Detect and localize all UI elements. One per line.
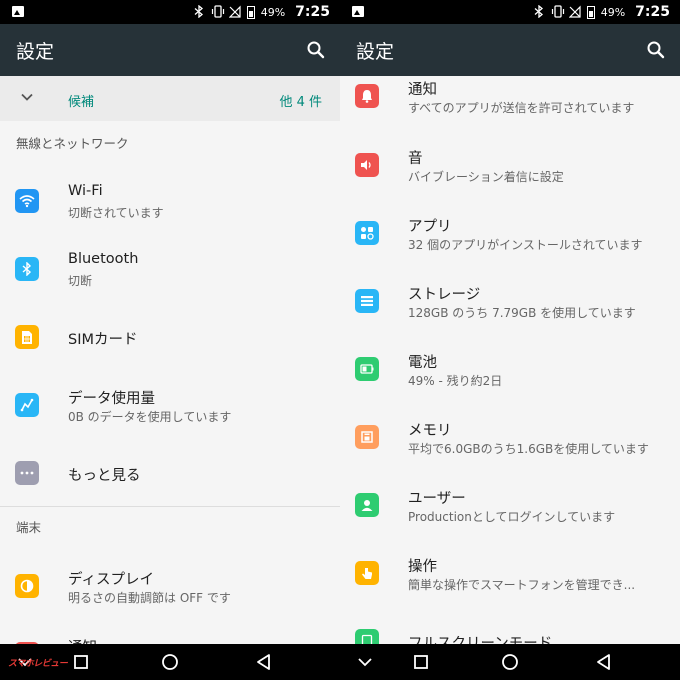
- clock: 7:25: [295, 4, 330, 20]
- settings-item-subtitle: Productionとしてログインしています: [408, 510, 616, 524]
- settings-pane-left: 49% 7:25 設定 候補 他 4 件 無線とネットワーク Wi-Fi 切断さ…: [0, 0, 340, 644]
- settings-item-subtitle: 32 個のアプリがインストールされています: [408, 238, 643, 252]
- user-icon: [355, 493, 379, 517]
- more-icon: [15, 461, 39, 485]
- settings-item-notification[interactable]: 通知 すべてのアプリが送信を許可されています: [340, 74, 680, 134]
- vibrate-icon: [211, 5, 224, 19]
- wifi-icon: [15, 189, 39, 213]
- no-signal-icon: [228, 5, 241, 19]
- battery-percent: 49%: [600, 5, 626, 19]
- settings-item-sound[interactable]: 音 バイブレーション着信に設定: [340, 142, 680, 202]
- settings-item-notification[interactable]: 通知: [0, 624, 340, 644]
- app-bar: 設定: [340, 24, 680, 76]
- settings-item-fullscreen[interactable]: フルスクリーンモード: [340, 618, 680, 644]
- settings-item-subtitle: 簡単な操作でスマートフォンを管理でき...: [408, 578, 636, 592]
- battery-status-icon: [586, 5, 595, 19]
- image-notification-icon: [352, 6, 364, 17]
- settings-item-user[interactable]: ユーザー Productionとしてログインしています: [340, 482, 680, 542]
- settings-item-storage[interactable]: ストレージ 128GB のうち 7.79GB を使用しています: [340, 278, 680, 338]
- search-icon[interactable]: [306, 40, 326, 60]
- settings-item-title: ユーザー: [408, 491, 466, 507]
- sound-icon: [355, 153, 379, 177]
- storage-icon: [355, 289, 379, 313]
- bluetooth-status-icon: [193, 4, 205, 19]
- settings-item-title: 操作: [408, 559, 437, 575]
- settings-item-data-usage[interactable]: データ使用量 0B のデータを使用しています: [0, 375, 340, 435]
- settings-item-bluetooth[interactable]: Bluetooth 切断: [0, 239, 340, 299]
- settings-item-apps[interactable]: アプリ 32 個のアプリがインストールされています: [340, 210, 680, 270]
- page-title: 設定: [16, 41, 55, 63]
- sim-card-icon: [15, 325, 39, 349]
- no-signal-icon: [568, 5, 581, 19]
- settings-item-subtitle: 49% - 残り約2日: [408, 374, 503, 388]
- chevron-down-icon[interactable]: [356, 653, 374, 671]
- settings-item-wifi[interactable]: Wi-Fi 切断されています: [0, 171, 340, 231]
- settings-item-title: Wi-Fi: [68, 183, 103, 199]
- settings-item-title: データ使用量: [68, 391, 155, 407]
- app-bar: 設定: [0, 24, 340, 76]
- section-header-device: 端末: [16, 520, 42, 535]
- recents-icon[interactable]: [412, 653, 430, 671]
- section-divider: [0, 506, 340, 507]
- settings-item-subtitle: バイブレーション着信に設定: [408, 170, 564, 184]
- settings-item-sim[interactable]: SIMカード: [0, 307, 340, 367]
- data-usage-icon: [15, 393, 39, 417]
- bluetooth-status-icon: [533, 4, 545, 19]
- home-icon[interactable]: [161, 653, 179, 671]
- suggestions-label: 候補: [68, 95, 95, 110]
- status-bar: 49% 7:25: [0, 0, 340, 24]
- settings-item-subtitle: 切断: [68, 274, 93, 288]
- suggestions-bar[interactable]: 候補 他 4 件: [0, 76, 340, 121]
- settings-item-title: ディスプレイ: [68, 572, 154, 588]
- settings-item-subtitle: 平均で6.0GBのうち1.6GBを使用しています: [408, 442, 649, 456]
- gesture-icon: [355, 561, 379, 585]
- settings-pane-right: 49% 7:25 設定 通知 すべてのアプリが送信を許可されています 音 バイブ…: [340, 0, 680, 644]
- chevron-down-icon: [21, 93, 33, 101]
- apps-icon: [355, 221, 379, 245]
- settings-item-title: もっと見る: [68, 468, 141, 484]
- settings-item-subtitle: すべてのアプリが送信を許可されています: [408, 101, 635, 115]
- page-title: 設定: [356, 41, 395, 63]
- settings-item-battery[interactable]: 電池 49% - 残り約2日: [340, 346, 680, 406]
- settings-item-title: Bluetooth: [68, 251, 139, 267]
- image-notification-icon: [12, 6, 24, 17]
- settings-item-subtitle: 明るさの自動調節は OFF です: [68, 591, 231, 605]
- settings-item-title: メモリ: [408, 423, 452, 439]
- settings-item-subtitle: 128GB のうち 7.79GB を使用しています: [408, 306, 636, 320]
- battery-percent: 49%: [260, 5, 286, 19]
- settings-item-title: SIMカード: [68, 332, 138, 348]
- settings-item-gestures[interactable]: 操作 簡単な操作でスマートフォンを管理でき...: [340, 550, 680, 610]
- memory-icon: [355, 425, 379, 449]
- section-header-wireless: 無線とネットワーク: [16, 136, 129, 151]
- watermark-logo: スマホレビュー: [8, 659, 68, 669]
- settings-item-subtitle: 0B のデータを使用しています: [68, 410, 232, 424]
- battery-status-icon: [246, 5, 255, 19]
- settings-item-title: 通知: [68, 636, 97, 644]
- bluetooth-icon: [15, 257, 39, 281]
- display-icon: [15, 574, 39, 598]
- status-bar: 49% 7:25: [340, 0, 680, 24]
- settings-item-title: フルスクリーンモード: [408, 636, 553, 644]
- suggestions-count: 他 4 件: [279, 95, 322, 110]
- settings-item-title: 通知: [408, 82, 437, 98]
- battery-icon: [355, 357, 379, 381]
- settings-item-title: 電池: [408, 355, 437, 371]
- settings-item-subtitle: 切断されています: [68, 206, 164, 220]
- settings-item-title: アプリ: [408, 219, 452, 235]
- settings-item-title: 音: [408, 151, 423, 167]
- fullscreen-icon: [355, 629, 379, 644]
- home-icon[interactable]: [501, 653, 519, 671]
- navigation-bar: [0, 644, 680, 680]
- settings-item-memory[interactable]: メモリ 平均で6.0GBのうち1.6GBを使用しています: [340, 414, 680, 474]
- clock: 7:25: [635, 4, 670, 20]
- settings-item-title: ストレージ: [408, 287, 481, 303]
- back-icon[interactable]: [255, 653, 273, 671]
- back-icon[interactable]: [595, 653, 613, 671]
- recents-icon[interactable]: [72, 653, 90, 671]
- vibrate-icon: [551, 5, 564, 19]
- search-icon[interactable]: [646, 40, 666, 60]
- settings-item-more[interactable]: もっと見る: [0, 443, 340, 503]
- notification-icon: [355, 84, 379, 108]
- settings-item-display[interactable]: ディスプレイ 明るさの自動調節は OFF です: [0, 556, 340, 616]
